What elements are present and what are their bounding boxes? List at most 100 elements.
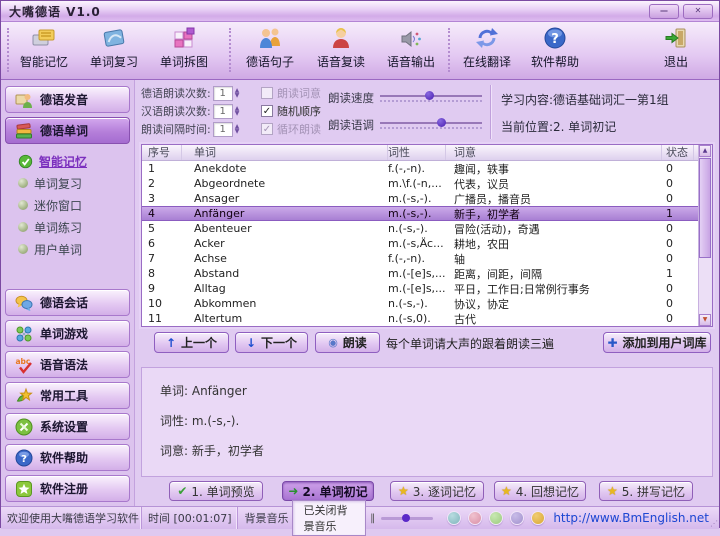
sidebar-item-common-tools[interactable]: 常用工具 bbox=[5, 382, 130, 409]
title-bar: 大嘴德语 V1.0 — ✕ bbox=[1, 1, 719, 22]
sidebar-item-word-games[interactable]: 单词游戏 bbox=[5, 320, 130, 347]
german-read-count-input[interactable]: 1 bbox=[213, 86, 233, 101]
table-row[interactable]: 7Achsef.(-,-n).轴0 bbox=[142, 251, 712, 266]
toolbar-help-button[interactable]: ? 软件帮助 bbox=[522, 25, 588, 75]
theme-teal-button[interactable] bbox=[447, 511, 461, 525]
scrollbar-thumb[interactable] bbox=[699, 158, 711, 258]
sidebar-item-software-register[interactable]: 软件注册 bbox=[5, 475, 130, 502]
tab-recall-memory[interactable]: ★ 4. 回想记忆 bbox=[494, 481, 586, 501]
toolbar-word-puzzle-button[interactable]: 单词拆图 bbox=[151, 25, 217, 75]
detail-pos: 词性: m.(-s,-). bbox=[160, 410, 712, 440]
spinner-arrows[interactable]: ▲▼ bbox=[235, 106, 240, 116]
detail-meaning: 词意: 新手，初学者 bbox=[160, 440, 712, 470]
tab-word-by-word-memory[interactable]: ★ 3. 逐词记忆 bbox=[390, 481, 484, 501]
checkbox-loop-read[interactable]: 循环朗读 bbox=[261, 121, 321, 137]
sidebar-item-german-pronunciation[interactable]: 德语发音 bbox=[5, 86, 130, 113]
scroll-down-icon[interactable]: ▼ bbox=[699, 314, 711, 326]
toolbar-german-sentences-button[interactable]: 德语句子 bbox=[237, 25, 303, 75]
read-speed-slider[interactable] bbox=[380, 91, 482, 105]
checkbox-icon bbox=[261, 87, 273, 99]
table-row[interactable]: 6Ackerm.(-s,Äc...耕地，农田0 bbox=[142, 236, 712, 251]
read-pitch-slider[interactable] bbox=[380, 118, 482, 132]
table-row[interactable]: 5Abenteuern.(-s,-).冒险(活动)，奇遇0 bbox=[142, 221, 712, 236]
tab-word-preview[interactable]: ✔ 1. 单词预览 bbox=[169, 481, 263, 501]
scroll-up-icon[interactable]: ▲ bbox=[699, 145, 711, 157]
puzzle-grid-icon bbox=[171, 25, 197, 51]
sidebar-item-label: 德语发音 bbox=[40, 91, 88, 108]
table-row[interactable]: 2Abgeordnetem.\f.(-n,...代表，议员0 bbox=[142, 176, 712, 191]
toolbar-exit-button[interactable]: 退出 bbox=[646, 25, 706, 75]
slider-thumb[interactable] bbox=[425, 91, 434, 100]
welcome-text: 欢迎使用大嘴德语学习软件 bbox=[1, 507, 142, 529]
table-row[interactable]: 1Anekdotef.(-,-n).趣闻，轶事0 bbox=[142, 161, 712, 176]
tab-spelling-memory[interactable]: ★ 5. 拼写记忆 bbox=[599, 481, 693, 501]
toolbar-separator bbox=[229, 28, 231, 72]
table-row[interactable]: 11Altertumn.(-s,0).古代0 bbox=[142, 311, 712, 326]
pause-icon[interactable]: ‖ bbox=[370, 513, 375, 524]
chat-bubbles-icon bbox=[15, 294, 33, 312]
toolbar-voice-output-button[interactable]: 语音输出 bbox=[378, 25, 444, 75]
slider-thumb[interactable] bbox=[437, 118, 446, 127]
table-row[interactable]: 8Abstandm.(-[e]s,...距离，间距，间隔1 bbox=[142, 266, 712, 281]
checkbox-icon bbox=[261, 123, 273, 135]
chinese-read-count-input[interactable]: 1 bbox=[213, 104, 233, 119]
table-header: 序号 单词 词性 词意 状态 bbox=[142, 145, 712, 161]
submenu-item-word-practice[interactable]: 单词练习 bbox=[18, 216, 131, 238]
toolbar-smart-memory-button[interactable]: 智能记忆 bbox=[11, 25, 77, 75]
theme-purple-button[interactable] bbox=[510, 511, 524, 525]
checkbox-random-order[interactable]: 随机顺序 bbox=[261, 103, 321, 119]
german-words-submenu: 智能记忆 单词复习 迷你窗口 单词练习 用户单词 bbox=[4, 146, 131, 260]
bullet-icon bbox=[18, 200, 28, 210]
molecule-icon bbox=[15, 325, 33, 343]
spinner-arrows[interactable]: ▲▼ bbox=[235, 88, 240, 98]
theme-orange-button[interactable] bbox=[531, 511, 545, 525]
sidebar-item-voice-grammar[interactable]: abc 语音语法 bbox=[5, 351, 130, 378]
settings-panel: 德语朗读次数: 1 ▲▼ 汉语朗读次数: 1 ▲▼ 朗读间隔时间: 1 ▲▼ 朗… bbox=[135, 83, 715, 143]
submenu-item-mini-window[interactable]: 迷你窗口 bbox=[18, 194, 131, 216]
read-tip-text: 每个单词请大声的跟着朗读三遍 bbox=[386, 335, 554, 352]
resize-grip-icon[interactable]: ⋰ bbox=[710, 519, 718, 528]
sidebar-item-label: 单词游戏 bbox=[40, 325, 88, 342]
tab-word-first-memorize[interactable]: ➜ 2. 单词初记 bbox=[282, 481, 374, 501]
sidebar-item-software-help[interactable]: ? 软件帮助 bbox=[5, 444, 130, 471]
read-aloud-button[interactable]: ◉ 朗读 bbox=[315, 332, 380, 353]
bgm-volume-slider[interactable] bbox=[381, 517, 433, 520]
sidebar-item-label: 常用工具 bbox=[40, 387, 88, 404]
sidebar: 德语发音 德语单词 智能记忆 单词复习 bbox=[1, 80, 135, 506]
two-people-icon bbox=[257, 25, 283, 51]
blue-book-icon bbox=[101, 25, 127, 51]
submenu-item-user-words[interactable]: 用户单词 bbox=[18, 238, 131, 260]
theme-green-button[interactable] bbox=[489, 511, 503, 525]
toolbar-word-review-button[interactable]: 单词复习 bbox=[81, 25, 147, 75]
speaker-dot-icon: ◉ bbox=[328, 336, 338, 349]
minimize-button[interactable]: — bbox=[649, 4, 679, 19]
read-interval-input[interactable]: 1 bbox=[213, 122, 233, 137]
table-row[interactable]: 3Ansagerm.(-s,-).广播员，播音员0 bbox=[142, 191, 712, 206]
checkbox-read-meaning[interactable]: 朗读词意 bbox=[261, 85, 321, 101]
slider-thumb[interactable] bbox=[402, 514, 410, 522]
table-row-selected[interactable]: 4Anfängerm.(-s,-).新手，初学者1 bbox=[142, 206, 712, 221]
sidebar-item-system-settings[interactable]: 系统设置 bbox=[5, 413, 130, 440]
spinner-arrows[interactable]: ▲▼ bbox=[235, 124, 240, 134]
theme-pink-button[interactable] bbox=[468, 511, 482, 525]
sidebar-item-german-words[interactable]: 德语单词 bbox=[5, 117, 130, 144]
toolbar-online-translate-button[interactable]: 在线翻译 bbox=[454, 25, 520, 75]
next-word-button[interactable]: ↓ 下一个 bbox=[235, 332, 308, 353]
bgm-label: 背景音乐 bbox=[238, 507, 288, 529]
table-scrollbar[interactable]: ▲ ▼ bbox=[698, 145, 712, 326]
sidebar-item-german-conversation[interactable]: 德语会话 bbox=[5, 289, 130, 316]
table-row[interactable]: 10Abkommenn.(-s,-).协议，协定0 bbox=[142, 296, 712, 311]
table-row[interactable]: 9Alltagm.(-[e]s,...平日，工作日;日常例行事务0 bbox=[142, 281, 712, 296]
read-speed-slider-row: 朗读速度 bbox=[328, 87, 482, 109]
pronunciation-icon bbox=[15, 91, 33, 109]
close-button[interactable]: ✕ bbox=[683, 4, 713, 19]
add-to-user-dict-button[interactable]: ✚ 添加到用户词库 bbox=[603, 332, 711, 353]
toolbar-voice-repeat-button[interactable]: 语音复读 bbox=[308, 25, 374, 75]
website-link[interactable]: http://www.BmEnglish.net bbox=[553, 511, 719, 525]
sidebar-item-label: 系统设置 bbox=[40, 418, 88, 435]
register-star-icon bbox=[15, 480, 33, 498]
submenu-item-word-review[interactable]: 单词复习 bbox=[18, 172, 131, 194]
bgm-status-box: 已关闭背景音乐 bbox=[292, 500, 366, 536]
previous-word-button[interactable]: ↑ 上一个 bbox=[154, 332, 229, 353]
submenu-item-smart-memory[interactable]: 智能记忆 bbox=[18, 150, 131, 172]
